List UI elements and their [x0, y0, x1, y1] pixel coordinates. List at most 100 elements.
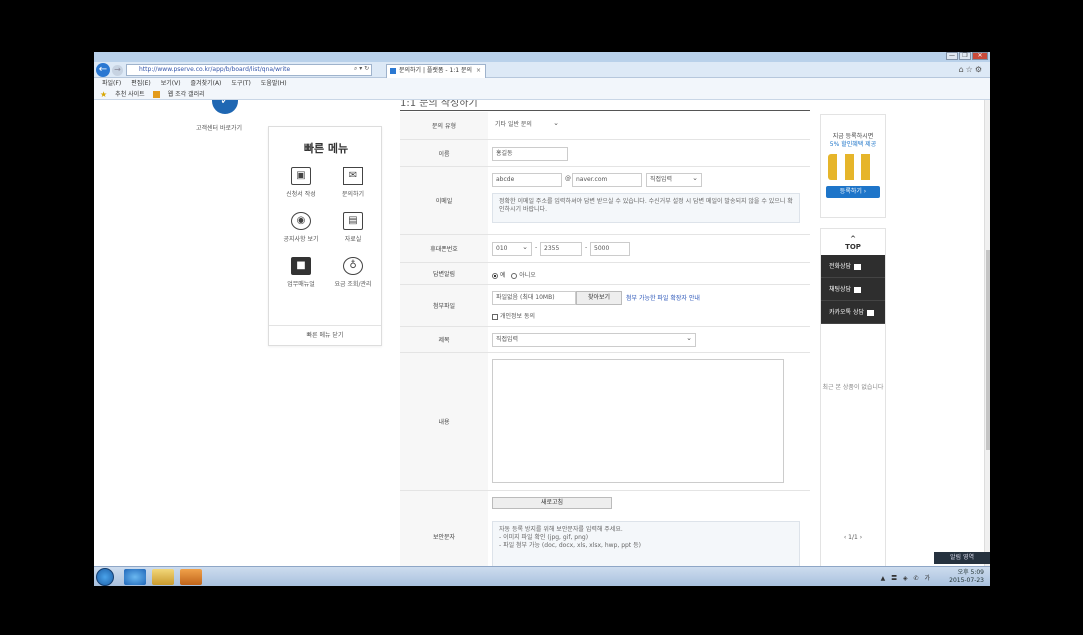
mail-icon: ✉ — [343, 167, 363, 185]
email-id-input[interactable]: abcde — [492, 173, 562, 187]
address-row: ← → http://www.pserve.co.kr/app/b/board/… — [94, 62, 990, 78]
logo-caption[interactable]: 고객센터 바로가기 — [196, 123, 242, 132]
quick-item[interactable]: ✉ 문의하기 — [327, 167, 379, 198]
quick-menu-close[interactable]: 빠른 메뉴 닫기 — [269, 325, 381, 345]
minimize-button[interactable]: — — [946, 52, 958, 60]
attach-file-input[interactable]: 파일없음 (최대 10MB) — [492, 291, 576, 305]
promo-banner[interactable]: 지금 등록하시면 5% 할인혜택 제공 등록하기 › — [820, 114, 886, 218]
row-name: 이름 홍길동 — [400, 140, 810, 167]
scrollbar-thumb[interactable] — [986, 250, 990, 450]
podcast-icon: ◉ — [291, 212, 311, 230]
quick-item[interactable]: ■ 업무매뉴얼 — [275, 257, 327, 288]
quick-item[interactable]: ▣ 신청서 작성 — [275, 167, 327, 198]
attach-label: 첨부파일 — [400, 285, 488, 326]
recent-pager[interactable]: ‹ 1/1 › — [821, 534, 885, 541]
security-notice-line: - 파일 첨부 가능 (doc, docx, xls, xlsx, hwp, p… — [499, 542, 641, 549]
side-item-label: 카카오톡 상담 — [829, 309, 865, 316]
side-contact-list: 전화상담 채팅상담 카카오톡 상담 — [821, 255, 885, 324]
phone-prefix-select[interactable]: 010 — [492, 242, 532, 256]
media-taskbar-icon[interactable] — [180, 569, 202, 585]
window-controls: — ❐ ✕ — [946, 52, 988, 60]
search-refresh-icons[interactable]: ⌕ ▾ ↻ — [354, 65, 369, 73]
quick-menu: 빠른 메뉴 ▣ 신청서 작성 ✉ 문의하기 ◉ 공지사항 보기 ▤ 자료실 ■ … — [268, 126, 382, 346]
email-domain-input[interactable]: naver.com — [572, 173, 642, 187]
quick-item-label: 공지사항 보기 — [283, 236, 319, 243]
quick-menu-grid: ▣ 신청서 작성 ✉ 문의하기 ◉ 공지사항 보기 ▤ 자료실 ■ 업무매뉴얼 … — [275, 167, 379, 288]
top-arrow-icon: ^ — [850, 235, 856, 243]
agree-label: 개인정보 동의 — [500, 313, 536, 320]
content-label: 내용 — [400, 353, 488, 490]
promo-line-2: 5% 할인혜택 제공 — [829, 141, 877, 148]
row-security: 보안문자 새로고침 자동 등록 방지를 위해 보안문자를 입력해 주세요. - … — [400, 491, 810, 566]
menu-tools[interactable]: 도구(T) — [231, 78, 250, 89]
side-item-chat[interactable]: 채팅상담 — [821, 278, 885, 301]
phone-icon — [854, 263, 862, 270]
menu-file[interactable]: 파일(F) — [102, 78, 121, 89]
favorite-item[interactable]: 추천 사이트 — [115, 89, 145, 100]
sms-radio-group: 예 아니오 — [492, 270, 536, 279]
menu-view[interactable]: 보기(V) — [161, 78, 181, 89]
favorites-star-icon[interactable]: ★ — [100, 89, 107, 100]
security-notice-line: 자동 등록 방지를 위해 보안문자를 입력해 주세요. — [499, 526, 623, 533]
system-tray-icons[interactable]: ▲ 〓 ◈ ✆ 가 — [881, 573, 932, 582]
ie-taskbar-icon[interactable] — [124, 569, 146, 585]
attach-browse-button[interactable]: 찾아보기 — [576, 291, 622, 305]
close-button[interactable]: ✕ — [972, 52, 988, 60]
page-title: 1:1 문의 작성하기 — [400, 100, 478, 109]
phone-last-input[interactable]: 5000 — [590, 242, 630, 256]
phone-middle-input[interactable]: 2355 — [540, 242, 582, 256]
sms-no-radio[interactable] — [511, 272, 518, 279]
security-refresh-button[interactable]: 새로고침 — [492, 497, 612, 509]
row-content: 내용 — [400, 353, 810, 491]
browser-tab[interactable]: 문의하기 | 플랫폼 - 1:1 문의 × — [386, 64, 486, 78]
name-input[interactable]: 홍길동 — [492, 147, 568, 161]
kakao-icon — [867, 309, 875, 316]
notification-popup[interactable]: 알림 영역 — [934, 552, 990, 564]
agree-checkbox[interactable] — [492, 313, 498, 320]
side-item-phone[interactable]: 전화상담 — [821, 255, 885, 278]
sms-label: 답변알림 — [400, 263, 488, 284]
favorites-bar: ★ 추천 사이트 웹 조각 갤러리 — [94, 89, 990, 100]
explorer-taskbar-icon[interactable] — [152, 569, 174, 585]
forward-button[interactable]: → — [112, 65, 123, 76]
maximize-button[interactable]: ❐ — [959, 52, 971, 60]
browser-window: — ❐ ✕ ← → http://www.pserve.co.kr/app/b/… — [94, 52, 990, 586]
sms-yes-label: 예 — [500, 272, 506, 279]
tab-close-icon[interactable]: × — [476, 65, 481, 77]
back-button[interactable]: ← — [96, 63, 110, 77]
phone-dash: - — [585, 244, 588, 251]
home-star-gear-icons[interactable]: ⌂☆⚙ — [959, 65, 984, 74]
sms-yes-radio[interactable] — [492, 272, 498, 279]
menu-help[interactable]: 도움말(H) — [261, 78, 287, 89]
tab-title: 문의하기 | 플랫폼 - 1:1 문의 — [399, 67, 473, 74]
web-slice-icon — [152, 90, 160, 98]
side-item-kakao[interactable]: 카카오톡 상담 — [821, 301, 885, 324]
menu-favorites[interactable]: 즐겨찾기(A) — [191, 78, 222, 89]
content-textarea[interactable] — [492, 359, 784, 483]
vertical-scrollbar[interactable] — [984, 100, 990, 566]
email-domain-select[interactable]: 직접입력 — [646, 173, 702, 187]
start-button[interactable] — [96, 568, 114, 586]
quick-item[interactable]: ♁ 요금 조회/관리 — [327, 257, 379, 288]
promo-register-button[interactable]: 등록하기 › — [826, 186, 880, 198]
chat-icon — [854, 286, 862, 293]
phone-dash: - — [535, 244, 538, 251]
title-bar: — ❐ ✕ — [94, 52, 990, 62]
quick-item[interactable]: ◉ 공지사항 보기 — [275, 212, 327, 243]
phone-label: 휴대폰번호 — [400, 235, 488, 262]
top-button[interactable]: ^ TOP — [821, 229, 885, 255]
quick-item[interactable]: ▤ 자료실 — [327, 212, 379, 243]
attach-note-link[interactable]: 첨부 가능한 파일 확장자 안내 — [626, 293, 700, 302]
type-select[interactable]: 기타 일반 문의 — [492, 119, 562, 133]
row-attach: 첨부파일 파일없음 (최대 10MB) 찾아보기 첨부 가능한 파일 확장자 안… — [400, 285, 810, 327]
clock[interactable]: 오후 5:09 2015-07-23 — [949, 569, 984, 585]
favorite-item[interactable]: 웹 조각 갤러리 — [168, 89, 205, 100]
menu-edit[interactable]: 편집(E) — [131, 78, 151, 89]
menu-bar: 파일(F) 편집(E) 보기(V) 즐겨찾기(A) 도구(T) 도움말(H) — [94, 78, 990, 89]
address-bar[interactable]: http://www.pserve.co.kr/app/b/board/list… — [126, 64, 372, 76]
row-sms: 답변알림 예 아니오 — [400, 263, 810, 285]
agree-checkbox-row: 개인정보 동의 — [492, 311, 535, 320]
subject-select[interactable]: 직접입력 — [492, 333, 696, 347]
logo-icon[interactable]: ✓ — [212, 100, 238, 114]
coins-image — [828, 154, 878, 180]
